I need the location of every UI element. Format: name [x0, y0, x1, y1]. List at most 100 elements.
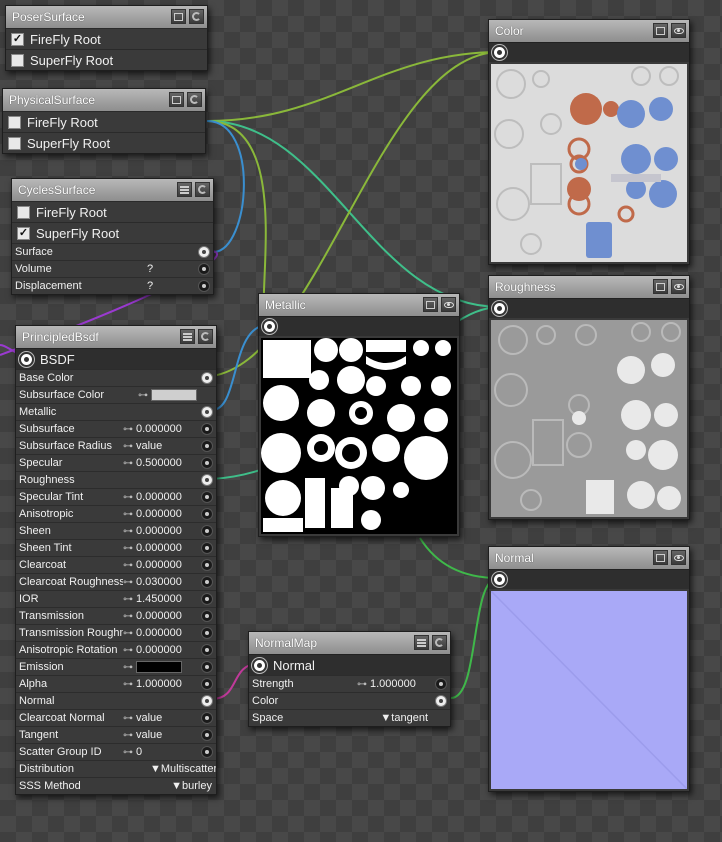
input-socket-connected[interactable]	[435, 695, 447, 707]
output-socket-icon[interactable]	[252, 657, 267, 673]
key-icon[interactable]: ⊶	[123, 543, 133, 554]
param-value[interactable]: 0.000000	[136, 508, 198, 520]
refresh-button[interactable]	[187, 92, 202, 107]
input-socket[interactable]	[201, 525, 213, 537]
param-value[interactable]: 0.000000	[136, 423, 198, 435]
param-strength[interactable]: Strength ⊶ 1.000000	[249, 675, 450, 692]
param-subsurface-radius[interactable]: Subsurface Radius ⊶ value	[16, 437, 216, 454]
input-socket[interactable]	[201, 559, 213, 571]
key-icon[interactable]: ⊶	[138, 390, 148, 401]
key-icon[interactable]: ⊶	[123, 509, 133, 520]
input-socket[interactable]	[201, 457, 213, 469]
param-specular-tint[interactable]: Specular Tint ⊶ 0.000000	[16, 488, 216, 505]
input-socket-connected[interactable]	[201, 372, 213, 384]
input-socket[interactable]	[198, 263, 210, 275]
input-socket[interactable]	[201, 627, 213, 639]
node-header[interactable]: NormalMap	[249, 632, 450, 654]
input-socket[interactable]	[201, 678, 213, 690]
normal-map-node[interactable]: NormalMap Normal Strength ⊶ 1.000000 Color…	[248, 631, 451, 727]
checkbox[interactable]	[17, 205, 30, 219]
key-icon[interactable]: ⊶	[123, 594, 133, 605]
node-header[interactable]: Roughness	[489, 276, 689, 298]
param-transmission[interactable]: Transmission ⊶ 0.000000	[16, 607, 216, 624]
param-value[interactable]: 1.000000	[370, 678, 432, 690]
input-socket[interactable]	[201, 644, 213, 656]
param-dropdown[interactable]: ▼burley	[150, 780, 216, 792]
input-socket[interactable]	[435, 678, 447, 690]
input-socket[interactable]	[198, 280, 210, 292]
key-icon[interactable]: ⊶	[123, 713, 133, 724]
param-value[interactable]: 0.000000	[136, 559, 198, 571]
physical-surface-node[interactable]: PhysicalSurface FireFly Root SuperFly Ro…	[2, 88, 206, 154]
input-socket[interactable]	[201, 661, 213, 673]
key-icon[interactable]: ⊶	[357, 679, 367, 690]
refresh-button[interactable]	[189, 9, 204, 24]
param-value[interactable]: 0.030000	[136, 576, 198, 588]
param-value[interactable]: 0.000000	[136, 644, 198, 656]
color-swatch[interactable]	[136, 661, 182, 673]
principled-bsdf-node[interactable]: PrincipledBsdf BSDF Base Color Subsurface…	[15, 325, 217, 795]
param-specular[interactable]: Specular ⊶ 0.500000	[16, 454, 216, 471]
input-socket-connected[interactable]	[201, 474, 213, 486]
output-row[interactable]	[489, 569, 689, 589]
key-icon[interactable]: ⊶	[123, 611, 133, 622]
param-sheen[interactable]: Sheen ⊶ 0.000000	[16, 522, 216, 539]
param-clearcoat-normal[interactable]: Clearcoat Normal ⊶ value	[16, 709, 216, 726]
output-socket-icon[interactable]	[262, 319, 277, 334]
input-socket-connected[interactable]	[198, 246, 210, 258]
input-socket[interactable]	[201, 610, 213, 622]
param-value[interactable]: 1.450000	[136, 593, 198, 605]
param-value[interactable]: 0	[136, 746, 198, 758]
output-row[interactable]	[489, 42, 689, 62]
refresh-button[interactable]	[432, 635, 447, 650]
root-row[interactable]: ✓ FireFly Root	[6, 28, 207, 49]
input-socket[interactable]	[201, 729, 213, 741]
param-dropdown[interactable]: ▼Multiscatter	[150, 763, 216, 775]
collapse-button[interactable]	[653, 279, 668, 294]
output-socket-icon[interactable]	[492, 45, 507, 60]
collapse-button[interactable]	[653, 550, 668, 565]
output-socket-icon[interactable]	[492, 301, 507, 316]
node-header[interactable]: Metallic	[259, 294, 459, 316]
param-scatter-group-id[interactable]: Scatter Group ID ⊶ 0	[16, 743, 216, 760]
input-socket[interactable]	[201, 508, 213, 520]
input-socket[interactable]	[201, 593, 213, 605]
list-button[interactable]	[177, 182, 192, 197]
param-space[interactable]: Space ▼tangent	[249, 709, 450, 726]
node-header[interactable]: PrincipledBsdf	[16, 326, 216, 348]
input-socket[interactable]	[201, 491, 213, 503]
input-socket-connected[interactable]	[201, 406, 213, 418]
collapse-button[interactable]	[653, 23, 668, 38]
cycles-surface-node[interactable]: CyclesSurface FireFly Root ✓ SuperFly Roo…	[11, 178, 214, 295]
normal-texture-node[interactable]: Normal	[488, 546, 690, 792]
key-icon[interactable]: ⊶	[123, 645, 133, 656]
key-icon[interactable]: ⊶	[123, 747, 133, 758]
param-tangent[interactable]: Tangent ⊶ value	[16, 726, 216, 743]
input-socket[interactable]	[201, 542, 213, 554]
param-value[interactable]: 0.000000	[136, 542, 198, 554]
param-value[interactable]: 0.000000	[136, 525, 198, 537]
key-icon[interactable]: ⊶	[123, 577, 133, 588]
param-value[interactable]: 0.000000	[136, 491, 198, 503]
key-icon[interactable]: ⊶	[123, 526, 133, 537]
space-dropdown[interactable]: ▼tangent	[366, 712, 432, 724]
checkbox[interactable]	[8, 136, 21, 150]
param-displacement[interactable]: Displacement?	[12, 277, 213, 294]
param-anisotropic-rotation[interactable]: Anisotropic Rotation ⊶ 0.000000	[16, 641, 216, 658]
param-volume[interactable]: Volume?	[12, 260, 213, 277]
collapse-button[interactable]	[423, 297, 438, 312]
collapse-button[interactable]	[171, 9, 186, 24]
poser-surface-node[interactable]: PoserSurface ✓ FireFly Root SuperFly Root	[5, 5, 208, 71]
input-socket[interactable]	[201, 712, 213, 724]
collapse-button[interactable]	[169, 92, 184, 107]
checkbox[interactable]: ✓	[11, 32, 24, 46]
param-value[interactable]: value	[136, 440, 198, 452]
input-socket[interactable]	[201, 423, 213, 435]
root-row[interactable]: SuperFly Root	[6, 49, 207, 70]
key-icon[interactable]: ⊶	[123, 679, 133, 690]
param-subsurface-color[interactable]: Subsurface Color ⊶	[16, 386, 216, 403]
metallic-texture-node[interactable]: Metallic	[258, 293, 460, 537]
param-anisotropic[interactable]: Anisotropic ⊶ 0.000000	[16, 505, 216, 522]
key-icon[interactable]: ⊶	[123, 458, 133, 469]
checkbox[interactable]	[11, 53, 24, 67]
